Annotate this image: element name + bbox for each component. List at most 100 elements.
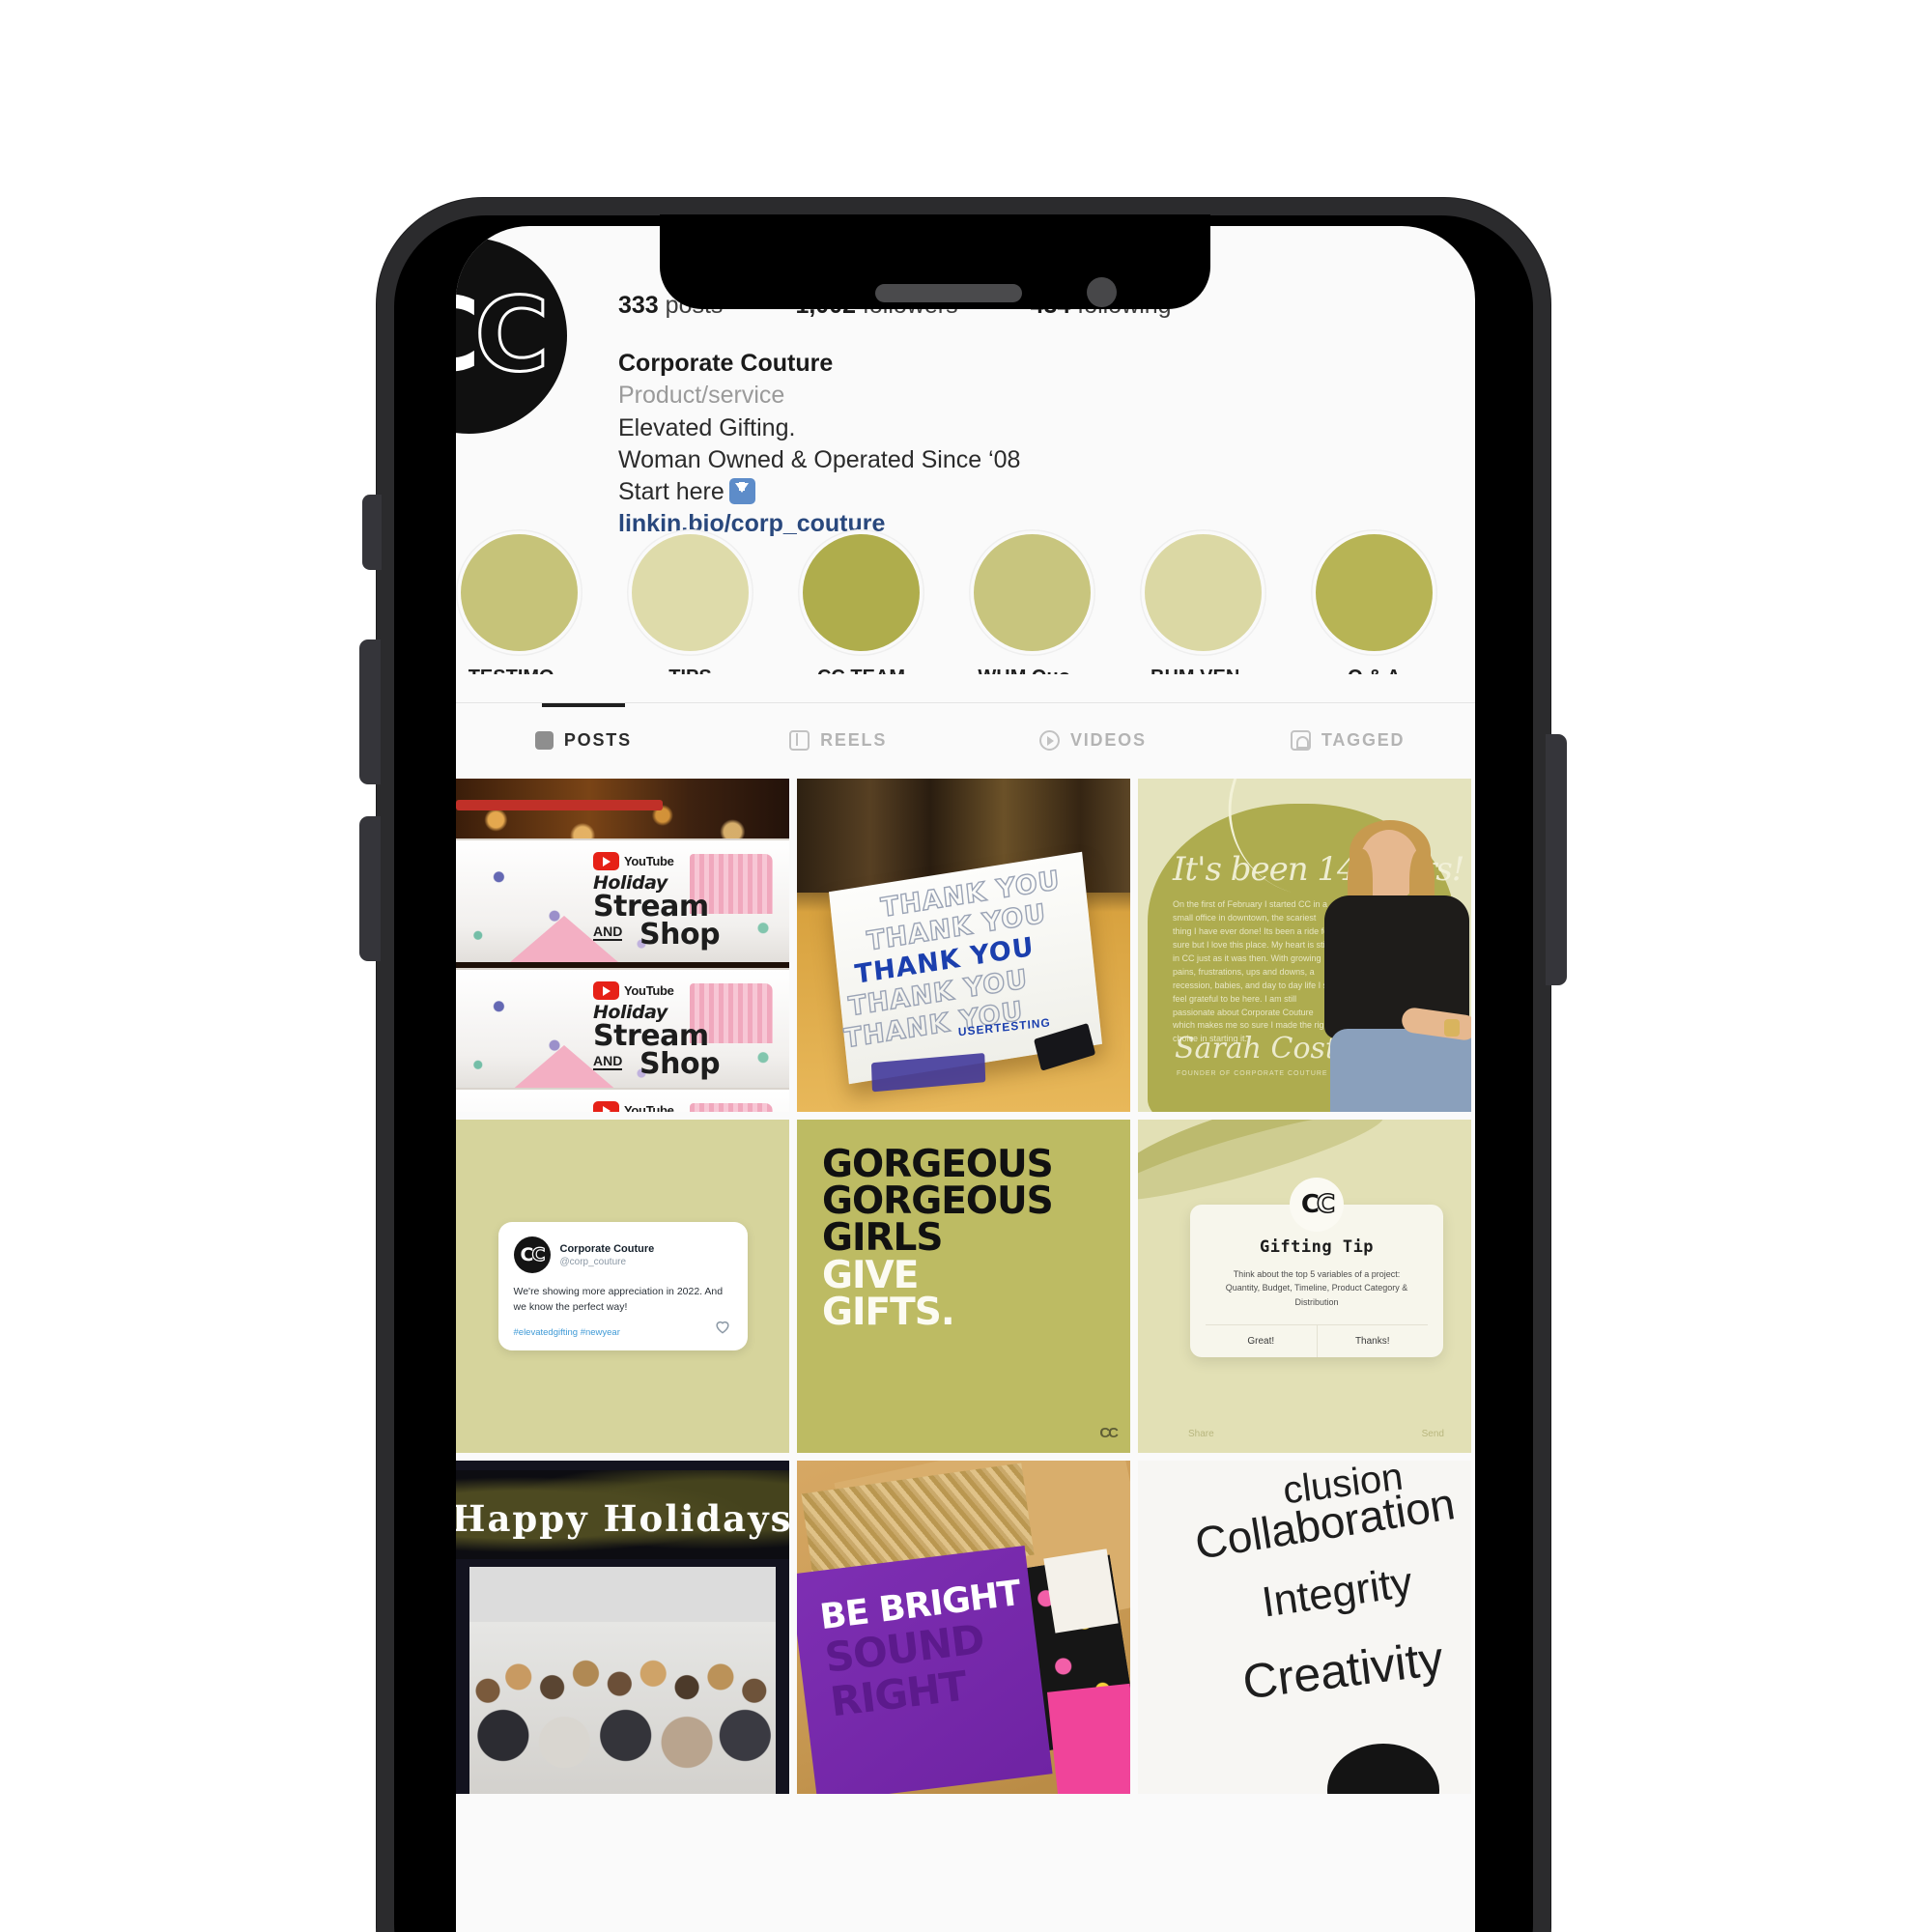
highlight-testimonials[interactable]: TESTIMO... <box>456 529 582 674</box>
highlight-label: BHM VEN... <box>1140 667 1266 674</box>
screenshot-canvas: CC 333 posts 1,002 followers 434 followi… <box>0 0 1932 1932</box>
cart-graphic <box>690 1103 773 1112</box>
tip-action-great[interactable]: Great! <box>1206 1325 1317 1357</box>
post-thumbnail[interactable]: CC Gifting Tip Think about the top 5 var… <box>1138 1120 1471 1453</box>
highlight-bhm-vendors[interactable]: BHM VEN... <box>1140 529 1266 674</box>
pink-product <box>1046 1683 1130 1794</box>
avatar[interactable]: CC <box>456 238 567 434</box>
play-icon <box>593 1101 619 1112</box>
post-thumbnail[interactable]: CC Corporate Couture @corp_couture We're… <box>456 1120 789 1453</box>
highlight-ring <box>1140 529 1266 656</box>
tweet-header: CC Corporate Couture @corp_couture <box>513 1236 732 1274</box>
send-label: Send <box>1421 1429 1444 1439</box>
start-here-text: Start here <box>618 478 724 505</box>
box-side-label <box>1034 1022 1096 1071</box>
grid-icon <box>534 730 554 750</box>
post-thumbnail[interactable]: BE BRIGHT SOUND RIGHT <box>797 1461 1130 1794</box>
highlight-thumb <box>461 534 578 651</box>
highlight-whm-quotes[interactable]: WHM Quo... <box>969 529 1095 674</box>
youtube-logo: YouTube <box>593 981 674 1000</box>
bio-line-1: Elevated Gifting. <box>618 413 796 441</box>
power-button[interactable] <box>1546 734 1567 985</box>
profile-category: Product/service <box>618 382 785 410</box>
post-thumbnail[interactable]: GORGEOUS GORGEOUS GIRLS GIVE GIFTS. CC <box>797 1120 1130 1453</box>
tip-title: Gifting Tip <box>1259 1237 1375 1257</box>
jeans <box>1330 1029 1471 1112</box>
be-bright-card: BE BRIGHT SOUND RIGHT <box>797 1545 1053 1794</box>
bio-line-2: Woman Owned & Operated Since ‘08 <box>618 445 1021 473</box>
tweet-avatar: CC <box>513 1236 551 1274</box>
tweet-text: We're showing more appreciation in 2022.… <box>513 1286 724 1313</box>
tab-reels[interactable]: REELS <box>711 703 966 777</box>
highlight-thumb <box>974 534 1091 651</box>
front-camera <box>1087 277 1117 307</box>
thank-you-box: THANK YOU THANK YOU THANK YOU THANK YOU … <box>828 851 1103 1093</box>
watermark: CC <box>1099 1425 1119 1441</box>
tip-body: Think about the top 5 variables of a pro… <box>1225 1269 1408 1307</box>
tab-tagged[interactable]: TAGGED <box>1220 703 1475 777</box>
tagged-icon <box>1290 729 1311 751</box>
signature-subtitle: FOUNDER OF CORPORATE COUTURE <box>1177 1070 1328 1077</box>
tab-tagged-label: TAGGED <box>1321 729 1406 750</box>
post-thumbnail[interactable]: It's been 14 years! On the first of Febr… <box>1138 779 1471 1112</box>
post-thumbnail[interactable]: Happy Holidays <box>456 1461 789 1794</box>
box-line-and: AND <box>593 923 623 941</box>
post-grid: YouTube Holiday Stream AND Shop YouTube … <box>456 779 1475 1794</box>
white-product <box>1043 1548 1119 1634</box>
youtube-wordmark: YouTube <box>624 983 674 998</box>
volume-up-button[interactable] <box>359 639 381 784</box>
tab-videos-label: VIDEOS <box>1069 729 1147 750</box>
down-arrow-emoji <box>728 478 755 504</box>
tweet-hashtags: #elevatedgifting #newyear <box>513 1326 620 1338</box>
tweet-footer: #elevatedgifting #newyear <box>514 1316 732 1338</box>
tweet-card: CC Corporate Couture @corp_couture We're… <box>497 1222 748 1350</box>
highlight-thumb <box>632 534 749 651</box>
youtube-logo: YouTube <box>593 1101 674 1112</box>
gifting-tip-card: CC Gifting Tip Think about the top 5 var… <box>1190 1178 1443 1358</box>
box-tab <box>870 1053 986 1093</box>
value-word-4: Creativity <box>1239 1631 1447 1710</box>
gift-box: YouTube Holiday <box>456 1088 789 1112</box>
team-crowd <box>469 1622 776 1794</box>
profile-display-name: Corporate Couture <box>618 350 834 377</box>
tab-posts[interactable]: POSTS <box>456 703 711 777</box>
earpiece-speaker <box>875 284 1022 302</box>
tab-reels-label: REELS <box>820 729 888 750</box>
tip-action-thanks[interactable]: Thanks! <box>1316 1325 1429 1358</box>
play-icon <box>593 852 619 870</box>
highlight-thumb <box>1316 534 1433 651</box>
happy-holidays-title: Happy Holidays <box>456 1497 789 1540</box>
tip-avatar: CC <box>1290 1178 1344 1232</box>
volume-down-button[interactable] <box>359 816 381 961</box>
video-icon <box>1038 729 1060 751</box>
tip-actions: Great! Thanks! <box>1206 1324 1429 1358</box>
highlight-cc-team[interactable]: CC TEAM <box>798 529 924 674</box>
box-line-3: Shop <box>639 1047 721 1081</box>
mute-switch[interactable] <box>362 495 382 570</box>
profile-bio: Corporate Couture Product/service Elevat… <box>618 348 1020 541</box>
box-line-and: AND <box>593 1053 623 1070</box>
story-highlights[interactable]: TESTIMO... TIPS CC TEAM WHM Quo... BHM V… <box>456 529 1475 674</box>
highlight-ring <box>798 529 924 656</box>
avatar-monogram: CC <box>456 276 551 394</box>
highlight-tips[interactable]: TIPS <box>627 529 753 674</box>
highlight-label: CC TEAM <box>798 667 924 674</box>
highlight-ring <box>456 529 582 656</box>
gorgeous-line-3: GIRLS <box>822 1216 944 1261</box>
reels-icon <box>789 729 810 751</box>
highlight-thumb <box>1145 534 1262 651</box>
gift-box: YouTube Holiday Stream AND Shop <box>456 838 789 962</box>
youtube-wordmark: YouTube <box>624 854 674 868</box>
gorgeous-line-4: GIVE <box>822 1253 919 1297</box>
heart-icon <box>713 1317 732 1336</box>
decor-dot <box>1327 1744 1439 1794</box>
tweet-account-name: Corporate Couture <box>559 1242 655 1255</box>
highlight-q-and-a[interactable]: Q & A <box>1311 529 1437 674</box>
post-thumbnail[interactable]: YouTube Holiday Stream AND Shop YouTube … <box>456 779 789 1112</box>
team-photo <box>469 1567 776 1794</box>
post-thumbnail[interactable]: THANK YOU THANK YOU THANK YOU THANK YOU … <box>797 779 1130 1112</box>
highlight-ring <box>627 529 753 656</box>
tab-videos[interactable]: VIDEOS <box>966 703 1221 777</box>
post-thumbnail[interactable]: clusion Collaboration Integrity Creativi… <box>1138 1461 1471 1794</box>
highlight-label: TIPS <box>627 667 753 674</box>
